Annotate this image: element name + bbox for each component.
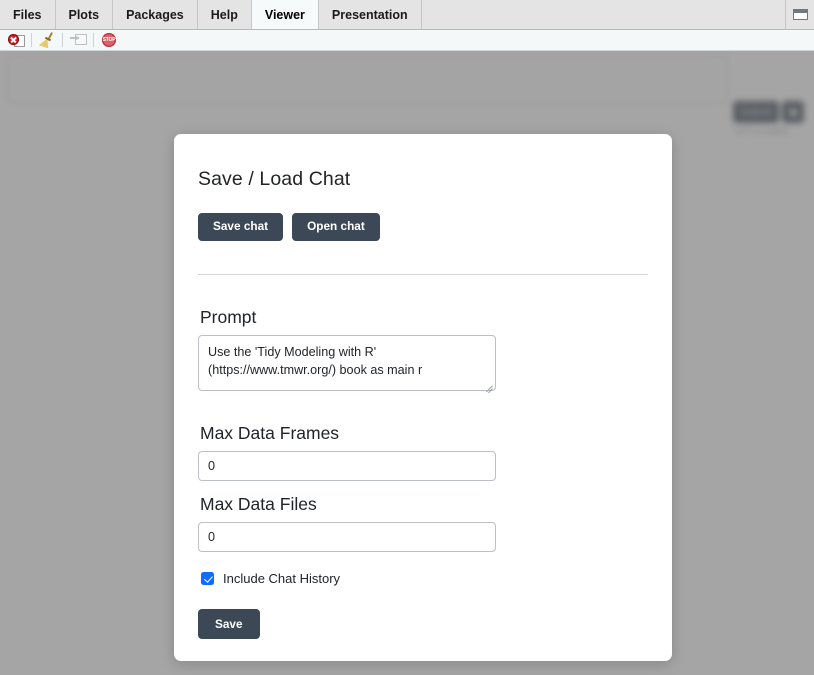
max-data-frames-input[interactable] [198,451,496,481]
screen: Files Plots Packages Help Viewer Present… [0,0,814,675]
toolbar-separator [93,33,94,47]
tab-plots[interactable]: Plots [56,0,114,29]
pane-tabbar: Files Plots Packages Help Viewer Present… [0,0,814,30]
toolbar-separator [62,33,63,47]
section-divider [198,274,648,275]
maximize-restore-icon[interactable] [786,0,814,29]
prompt-input[interactable] [198,335,496,391]
open-chat-button[interactable]: Open chat [292,213,380,241]
tab-help[interactable]: Help [198,0,252,29]
save-row: Save [198,609,648,639]
tabbar-filler [422,0,786,29]
include-chat-history-label: Include Chat History [223,571,340,586]
max-data-files-input[interactable] [198,522,496,552]
maximize-restore-glyph [793,9,808,20]
prompt-field-wrap [198,335,496,391]
tab-presentation[interactable]: Presentation [319,0,422,29]
include-chat-history-row[interactable]: Include Chat History [201,571,648,586]
stop-icon[interactable]: STOP [97,31,121,50]
toolbar-separator [31,33,32,47]
dialog-title: Save / Load Chat [198,168,648,191]
broom-icon[interactable] [35,31,59,50]
stop-glyph: STOP [102,33,116,47]
max-data-frames-label: Max Data Frames [200,423,648,444]
viewer-toolbar: STOP [0,30,814,51]
clear-viewer-icon[interactable] [4,31,28,50]
tab-files[interactable]: Files [0,0,56,29]
save-button[interactable]: Save [198,609,260,639]
prompt-label: Prompt [200,307,648,328]
dialog-body: Save / Load Chat Save chat Open chat Pro… [174,134,672,639]
max-data-files-label: Max Data Files [200,494,648,515]
save-load-chat-dialog: Save / Load Chat Save chat Open chat Pro… [174,134,672,661]
broom-glyph [39,32,56,48]
publish-glyph [70,33,87,47]
tab-packages[interactable]: Packages [113,0,198,29]
publish-icon[interactable] [66,31,90,50]
tab-viewer[interactable]: Viewer [252,0,319,29]
chat-actions-row: Save chat Open chat [198,213,648,241]
clear-viewer-glyph [8,33,25,48]
include-chat-history-checkbox[interactable] [201,572,214,585]
save-chat-button[interactable]: Save chat [198,213,283,241]
